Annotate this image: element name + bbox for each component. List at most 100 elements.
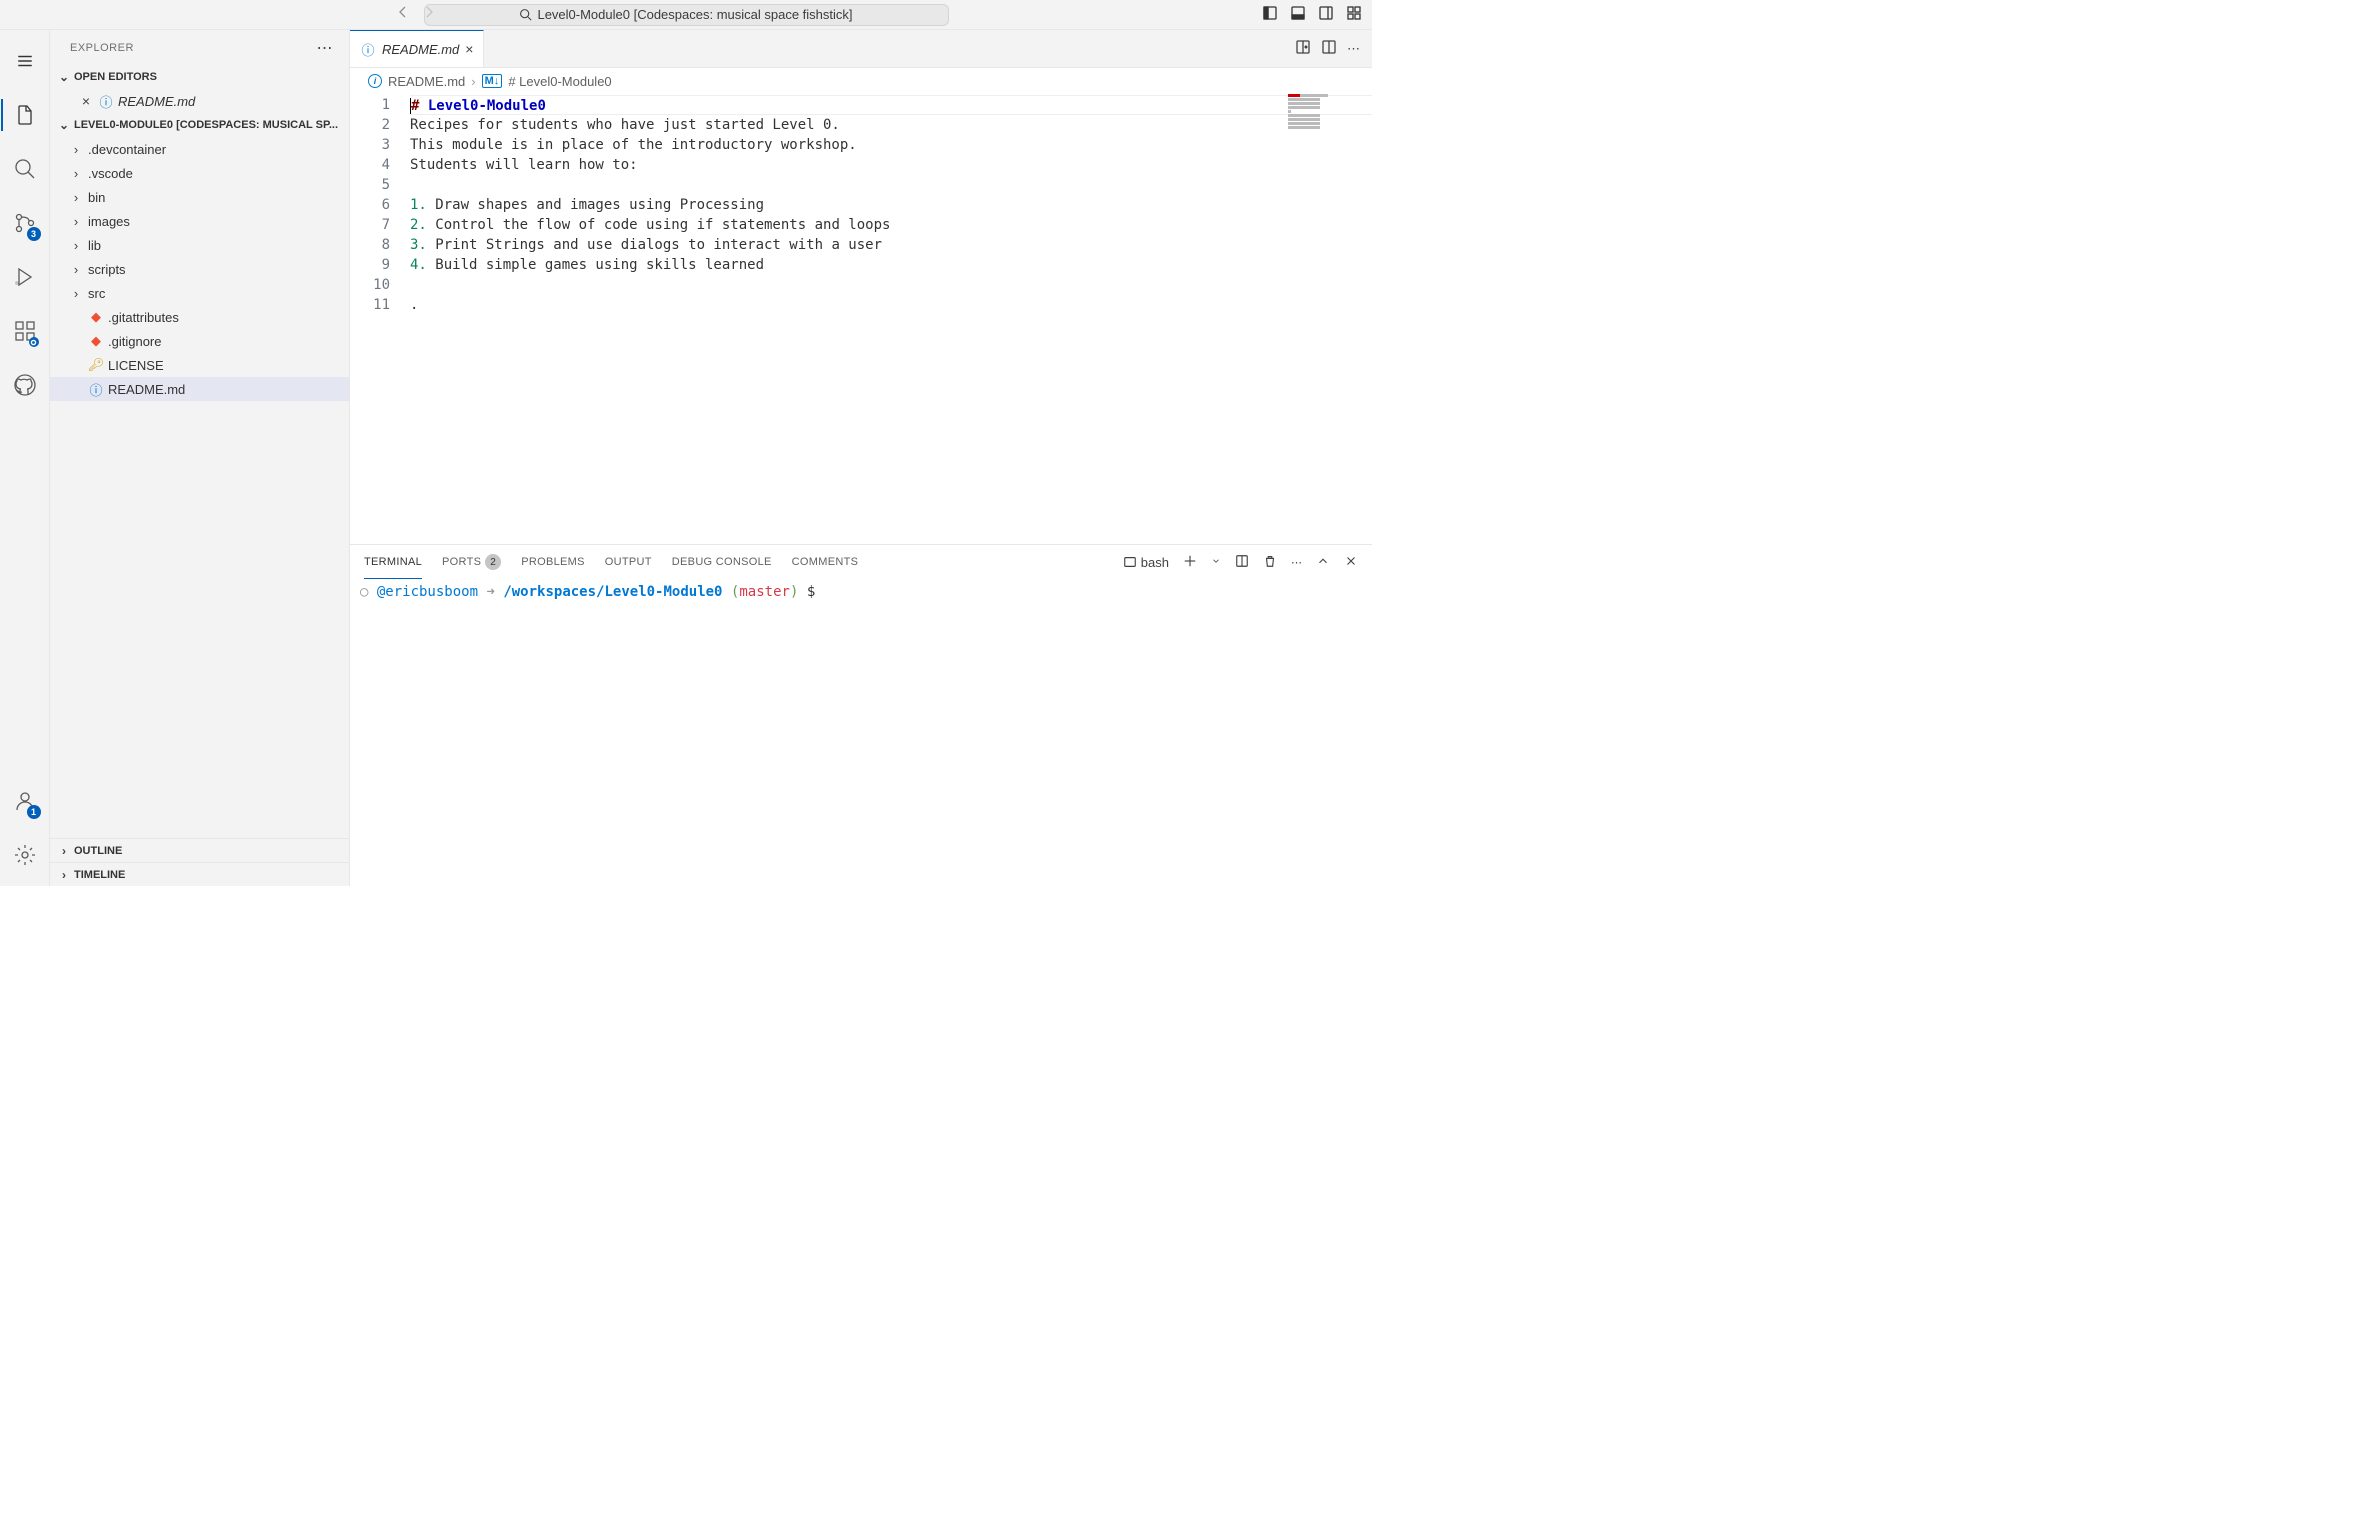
chevron-right-icon: › — [56, 868, 72, 882]
editor-area: ⓘ README.md × ⋯ i README.md › M↓ # Level… — [350, 30, 1372, 886]
debug-console-tab[interactable]: DEBUG CONSOLE — [672, 545, 772, 579]
minimap[interactable] — [1288, 94, 1368, 134]
new-terminal-icon[interactable] — [1183, 554, 1197, 571]
file-item[interactable]: ◆ .gitignore — [50, 329, 349, 353]
chevron-right-icon: › — [68, 214, 84, 229]
key-icon: 🔑︎ — [88, 357, 104, 373]
open-editors-section[interactable]: ⌄ OPEN EDITORS — [50, 65, 349, 89]
info-icon: i — [368, 74, 382, 88]
file-name: .gitignore — [108, 334, 161, 349]
info-icon: ⓘ — [360, 40, 376, 59]
close-icon[interactable]: × — [465, 41, 473, 57]
chevron-down-icon: ⌄ — [56, 118, 72, 132]
chevron-down-icon: ⌄ — [56, 70, 72, 84]
folder-section[interactable]: ⌄ LEVEL0-MODULE0 [CODESPACES: MUSICAL SP… — [50, 113, 349, 137]
panel-tab-bar: TERMINAL PORTS 2 PROBLEMS OUTPUT DEBUG C… — [350, 545, 1372, 579]
terminal[interactable]: ○ @ericbusboom ➜ /workspaces/Level0-Modu… — [350, 579, 1372, 886]
info-icon: ⓘ — [98, 92, 114, 111]
extensions-tab[interactable] — [1, 315, 49, 347]
file-name: .gitattributes — [108, 310, 179, 325]
folder-item[interactable]: ›src — [50, 281, 349, 305]
breadcrumbs[interactable]: i README.md › M↓ # Level0-Module0 — [350, 68, 1372, 94]
more-actions-icon[interactable]: ⋯ — [1347, 41, 1360, 57]
kill-terminal-icon[interactable] — [1263, 554, 1277, 571]
git-icon: ◆ — [88, 309, 104, 325]
command-center-text: Level0-Module0 [Codespaces: musical spac… — [537, 7, 852, 22]
folder-label: LEVEL0-MODULE0 [CODESPACES: MUSICAL SP..… — [74, 119, 338, 131]
folder-name: bin — [88, 190, 105, 205]
search-tab[interactable] — [1, 153, 49, 185]
folder-item[interactable]: ›.vscode — [50, 161, 349, 185]
accounts-button[interactable]: 1 — [1, 785, 49, 817]
bottom-panel: TERMINAL PORTS 2 PROBLEMS OUTPUT DEBUG C… — [350, 544, 1372, 886]
tab-label: README.md — [382, 42, 459, 57]
open-editors-label: OPEN EDITORS — [74, 71, 157, 83]
menu-button[interactable] — [1, 45, 49, 77]
accounts-badge: 1 — [27, 805, 41, 819]
markdown-icon: M↓ — [482, 74, 503, 88]
close-icon[interactable]: × — [78, 93, 94, 109]
ports-tab[interactable]: PORTS 2 — [442, 545, 501, 579]
editor[interactable]: 1234567891011 # Level0-Module0Recipes fo… — [350, 94, 1372, 544]
close-panel-icon[interactable] — [1344, 554, 1358, 571]
activity-bar: 3 1 — [0, 30, 50, 886]
open-editor-filename: README.md — [118, 94, 195, 109]
preview-icon[interactable] — [1295, 39, 1311, 58]
layout-sidebar-right-icon[interactable] — [1318, 5, 1334, 24]
chevron-right-icon: › — [68, 142, 84, 157]
timeline-section[interactable]: › TIMELINE — [50, 862, 349, 886]
nav-forward-icon[interactable] — [421, 4, 437, 25]
folder-item[interactable]: › .devcontainer — [50, 137, 349, 161]
more-icon[interactable]: ⋯ — [1291, 556, 1302, 569]
problems-tab[interactable]: PROBLEMS — [521, 545, 585, 579]
folder-item[interactable]: ›lib — [50, 233, 349, 257]
file-name: README.md — [108, 382, 185, 397]
file-name: LICENSE — [108, 358, 164, 373]
folder-item[interactable]: › bin — [50, 185, 349, 209]
chevron-right-icon: › — [471, 74, 475, 89]
layout-panel-icon[interactable] — [1290, 5, 1306, 24]
ports-badge: 2 — [485, 554, 501, 570]
output-tab[interactable]: OUTPUT — [605, 545, 652, 579]
terminal-dropdown-icon[interactable] — [1211, 556, 1221, 569]
layout-customize-icon[interactable] — [1346, 5, 1362, 24]
split-terminal-icon[interactable] — [1235, 554, 1249, 571]
chevron-right-icon: › — [68, 262, 84, 277]
sidebar-more-icon[interactable]: ⋯ — [317, 38, 334, 58]
breadcrumb-heading[interactable]: # Level0-Module0 — [508, 74, 611, 89]
folder-name: images — [88, 214, 130, 229]
layout-sidebar-left-icon[interactable] — [1262, 5, 1278, 24]
split-editor-icon[interactable] — [1321, 39, 1337, 58]
git-icon: ◆ — [88, 333, 104, 349]
comments-tab[interactable]: COMMENTS — [792, 545, 859, 579]
terminal-profile[interactable]: bash — [1123, 555, 1169, 570]
folder-item[interactable]: › scripts — [50, 257, 349, 281]
explorer-tab[interactable] — [1, 99, 49, 131]
settings-button[interactable] — [1, 839, 49, 871]
chevron-right-icon: › — [56, 844, 72, 858]
folder-item[interactable]: › images — [50, 209, 349, 233]
folder-name: scripts — [88, 262, 126, 277]
tab-bar: ⓘ README.md × ⋯ — [350, 30, 1372, 68]
breadcrumb-file[interactable]: README.md — [388, 74, 465, 89]
terminal-tab[interactable]: TERMINAL — [364, 545, 422, 579]
tab-readme[interactable]: ⓘ README.md × — [350, 30, 484, 67]
maximize-panel-icon[interactable] — [1316, 554, 1330, 571]
source-control-tab[interactable]: 3 — [1, 207, 49, 239]
chevron-right-icon: › — [68, 166, 84, 181]
extensions-badge — [29, 337, 39, 347]
open-editor-item[interactable]: × ⓘ README.md — [50, 89, 349, 113]
nav-back-icon[interactable] — [395, 4, 411, 25]
file-item[interactable]: 🔑︎ LICENSE — [50, 353, 349, 377]
run-debug-tab[interactable] — [1, 261, 49, 293]
file-item[interactable]: ◆ .gitattributes — [50, 305, 349, 329]
outline-section[interactable]: › OUTLINE — [50, 838, 349, 862]
github-tab[interactable] — [1, 369, 49, 401]
folder-name: lib — [88, 238, 101, 253]
file-item[interactable]: ⓘREADME.md — [50, 377, 349, 401]
chevron-right-icon: › — [68, 190, 84, 205]
folder-name: .devcontainer — [88, 142, 166, 157]
outline-label: OUTLINE — [74, 845, 122, 857]
sidebar-title: EXPLORER — [70, 42, 134, 54]
command-center[interactable]: Level0-Module0 [Codespaces: musical spac… — [424, 4, 949, 26]
